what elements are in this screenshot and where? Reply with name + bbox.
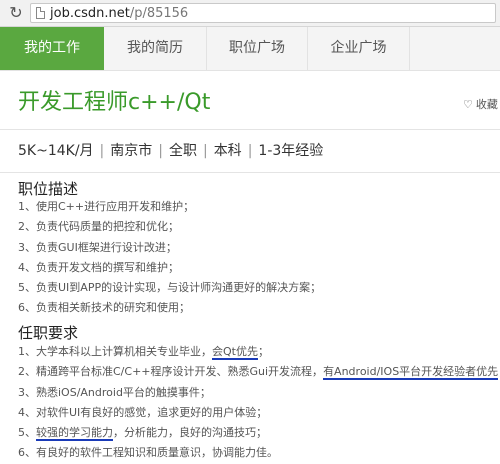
url-path: /p/85156 <box>129 6 189 21</box>
req-text: 4、对软件UI有良好的感觉，追求更好的用户体验； <box>18 405 268 419</box>
tab-job-square[interactable]: 职位广场 <box>207 27 308 70</box>
list-item: 3、负责GUI框架进行设计改进； <box>18 240 177 254</box>
list-item: 1、大学本科以上计算机相关专业毕业，会Qt优先； <box>18 342 500 362</box>
list-item: 5、较强的学习能力，分析能力，良好的沟通技巧； <box>18 423 500 443</box>
req-text: 5、 <box>18 426 36 440</box>
list-item: 2、负责代码质量的把控和优化； <box>18 220 179 234</box>
favorite-button[interactable]: ♡ 收藏 <box>463 96 498 112</box>
requirements-list: 1、大学本科以上计算机相关专业毕业，会Qt优先； 2、精通跨平台标准C/C++程… <box>18 342 500 464</box>
experience: 1-3年经验 <box>258 143 324 159</box>
list-item: 1、使用C++进行应用开发和维护； <box>18 200 195 213</box>
page-icon <box>36 7 45 19</box>
favorite-label: 收藏 <box>475 98 498 111</box>
highlight-underline: 较强的学习能力 <box>36 426 113 442</box>
list-item: 2、精通跨平台标准C/C++程序设计开发、熟悉Gui开发流程，有Android/… <box>18 362 500 382</box>
browser-address-bar: ↻ job.csdn.net/p/85156 <box>0 0 500 27</box>
city: 南京市 <box>110 143 153 159</box>
req-text: ； <box>257 345 269 358</box>
tab-my-resume[interactable]: 我的简历 <box>104 27 207 70</box>
job-title: 开发工程师c++/Qt <box>18 90 211 115</box>
tab-my-work[interactable]: 我的工作 <box>0 27 104 70</box>
salary: 5K~14K/月 <box>18 143 94 159</box>
req-text: 1、大学本科以上计算机相关专业毕业， <box>18 345 212 358</box>
url-domain: job.csdn.net <box>50 6 130 21</box>
list-item: 4、对软件UI有良好的感觉，追求更好的用户体验； <box>18 403 500 423</box>
divider <box>0 129 500 130</box>
list-item: 6、有良好的软件工程知识和质量意识，协调能力佳。 <box>18 443 500 463</box>
list-item: 5、负责UI到APP的设计实现，与设计师沟通更好的解决方案； <box>18 281 322 295</box>
list-item: 3、熟悉iOS/Android平台的触摸事件； <box>18 383 500 403</box>
education: 本科 <box>213 143 242 159</box>
highlight-underline: 有Android/IOS平台开发经验者优先 <box>323 365 499 381</box>
heart-outline-icon: ♡ <box>463 98 473 111</box>
list-item: 6、负责相关新技术的研究和使用； <box>18 301 190 315</box>
list-item: 4、负责开发文档的撰写和维护； <box>18 260 179 274</box>
req-text: 2、精通跨平台标准C/C++程序设计开发、熟悉Gui开发流程， <box>18 365 324 379</box>
highlight-underline: 会Qt优先 <box>212 345 258 360</box>
divider <box>0 172 500 173</box>
url-text: job.csdn.net/p/85156 <box>50 5 188 22</box>
job-type: 全职 <box>168 143 197 159</box>
req-text: 6、有良好的软件工程知识和质量意识，协调能力佳。 <box>18 446 278 460</box>
req-text: ，分析能力，良好的沟通技巧； <box>113 426 267 440</box>
req-text: 3、熟悉iOS/Android平台的触摸事件； <box>18 385 211 399</box>
job-meta: 5K~14K/月 | 南京市 | 全职 | 本科 | 1-3年经验 <box>18 143 324 159</box>
reload-icon[interactable]: ↻ <box>7 4 25 22</box>
description-list: 1、使用C++进行应用开发和维护； 2、负责代码质量的把控和优化； 3、负责GU… <box>18 197 321 319</box>
tab-company-square[interactable]: 企业广场 <box>308 27 410 70</box>
requirements-heading: 任职要求 <box>18 324 79 342</box>
url-field[interactable]: job.csdn.net/p/85156 <box>30 3 496 23</box>
description-heading: 职位描述 <box>18 180 79 198</box>
main-nav: 我的工作 我的简历 职位广场 企业广场 <box>0 27 500 71</box>
